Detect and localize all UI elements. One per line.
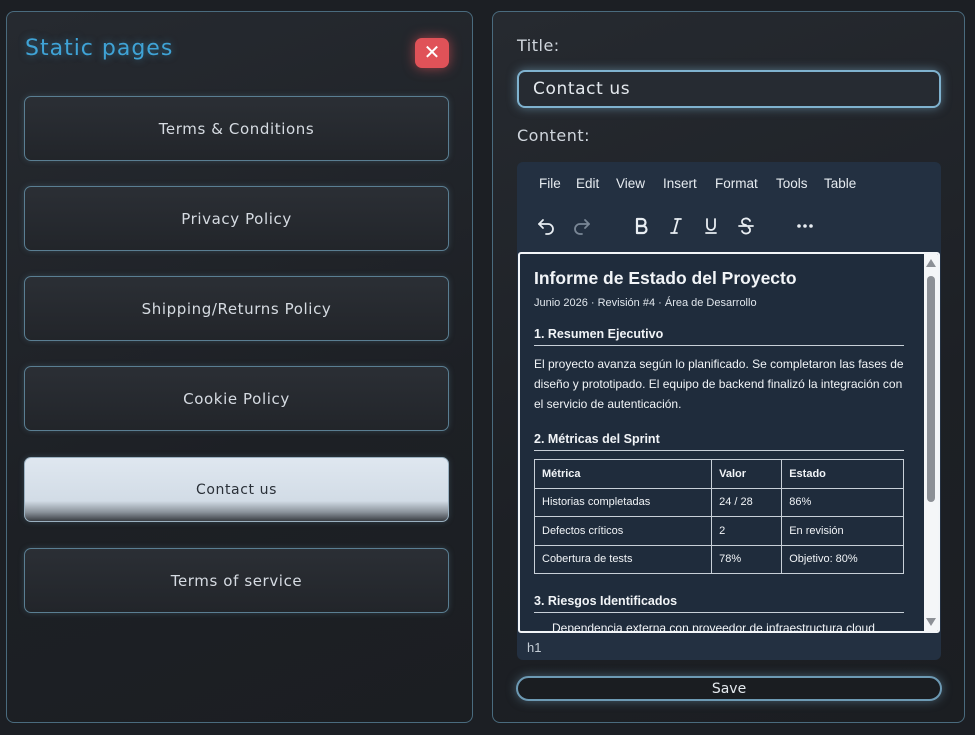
redo-button[interactable] bbox=[569, 212, 595, 240]
page-item-privacy-policy[interactable]: Privacy Policy bbox=[24, 186, 449, 251]
table-cell: 24 / 28 bbox=[711, 487, 783, 517]
more-icon bbox=[797, 224, 813, 228]
menu-tools[interactable]: Tools bbox=[776, 176, 808, 191]
section-paragraph: El proyecto avanza según lo planificado.… bbox=[534, 357, 904, 411]
italic-button[interactable] bbox=[663, 212, 689, 240]
page-item-label: Terms of service bbox=[170, 571, 303, 590]
menu-table[interactable]: Table bbox=[824, 176, 856, 191]
section-heading: 1. Resumen Ejecutivo bbox=[534, 327, 904, 346]
editor-menubar: File Edit View Insert Format Tools Table bbox=[517, 176, 941, 196]
section-heading: 3. Riesgos Identificados bbox=[534, 594, 904, 613]
undo-icon bbox=[538, 219, 554, 235]
table-cell: Objetivo: 80% bbox=[781, 544, 904, 574]
redo-icon bbox=[574, 219, 590, 235]
title-input[interactable] bbox=[517, 70, 941, 108]
editor-toolbar bbox=[517, 212, 941, 242]
scroll-down-arrow-icon[interactable] bbox=[926, 618, 936, 626]
close-button[interactable]: ✕ bbox=[415, 38, 449, 68]
document-heading: Informe de Estado del Proyecto bbox=[534, 268, 797, 288]
menu-format[interactable]: Format bbox=[715, 176, 758, 191]
table-cell: Cobertura de tests bbox=[533, 544, 713, 574]
page-editor-panel: Title: Content: File Edit View Insert Fo… bbox=[492, 11, 965, 723]
menu-file[interactable]: File bbox=[539, 176, 561, 191]
table-cell: En revisión bbox=[781, 516, 904, 546]
save-button[interactable]: Save bbox=[516, 676, 942, 701]
table-header-cell: Métrica bbox=[533, 459, 713, 489]
table-row: Historias completadas 24 / 28 86% bbox=[533, 487, 904, 517]
menu-view[interactable]: View bbox=[616, 176, 645, 191]
close-icon: ✕ bbox=[423, 40, 441, 64]
section-heading: 2. Métricas del Sprint bbox=[534, 432, 904, 451]
page-item-shipping-returns-policy[interactable]: Shipping/Returns Policy bbox=[24, 276, 449, 341]
document-meta: Junio 2026 · Revisión #4 · Área de Desar… bbox=[534, 297, 757, 309]
table-header-cell: Valor bbox=[711, 459, 783, 489]
page-item-cookie-policy[interactable]: Cookie Policy bbox=[24, 366, 449, 431]
document-body: Informe de Estado del Proyecto Junio 202… bbox=[533, 268, 904, 633]
page-item-label: Shipping/Returns Policy bbox=[141, 299, 332, 318]
bold-button[interactable] bbox=[628, 212, 654, 240]
table-cell: 86% bbox=[781, 487, 904, 517]
editor-element-path[interactable]: h1 bbox=[527, 640, 541, 655]
page-item-terms-of-service[interactable]: Terms of service bbox=[24, 548, 449, 613]
table-header-cell: Estado bbox=[781, 459, 904, 489]
scroll-up-arrow-icon[interactable] bbox=[926, 259, 936, 267]
table-row: Defectos críticos 2 En revisión bbox=[533, 516, 904, 546]
italic-icon bbox=[670, 218, 682, 234]
menu-insert[interactable]: Insert bbox=[663, 176, 697, 191]
content-label: Content: bbox=[517, 126, 591, 145]
page-item-contact-us[interactable]: Contact us bbox=[24, 457, 449, 522]
bold-icon bbox=[635, 217, 648, 235]
rich-text-editor: File Edit View Insert Format Tools Table bbox=[517, 162, 941, 660]
underline-button[interactable] bbox=[698, 212, 724, 240]
page-item-terms-conditions[interactable]: Terms & Conditions bbox=[24, 96, 449, 161]
page-item-label: Privacy Policy bbox=[181, 209, 292, 228]
title-label: Title: bbox=[517, 36, 560, 55]
table-row: Cobertura de tests 78% Objetivo: 80% bbox=[533, 544, 904, 574]
page-item-label: Contact us bbox=[195, 481, 278, 498]
editor-content-area[interactable]: Informe de Estado del Proyecto Junio 202… bbox=[518, 252, 940, 633]
table-cell: 78% bbox=[711, 544, 783, 574]
more-button[interactable] bbox=[792, 212, 818, 240]
table-cell: Historias completadas bbox=[533, 487, 713, 517]
list-item: Dependencia externa con proveedor de inf… bbox=[552, 621, 875, 633]
page-item-label: Terms & Conditions bbox=[158, 119, 315, 138]
panel-title: Static pages bbox=[25, 36, 174, 61]
editor-scrollbar[interactable] bbox=[924, 254, 938, 631]
strikethrough-button[interactable] bbox=[733, 212, 759, 240]
strikethrough-icon bbox=[738, 217, 754, 235]
menu-edit[interactable]: Edit bbox=[576, 176, 599, 191]
static-pages-panel: Static pages ✕ Terms & Conditions Privac… bbox=[6, 11, 473, 723]
table-cell: 2 bbox=[711, 516, 783, 546]
page-item-label: Cookie Policy bbox=[183, 389, 290, 408]
underline-icon bbox=[705, 218, 717, 234]
scrollbar-thumb[interactable] bbox=[927, 276, 935, 502]
metrics-table: Métrica Valor Estado Historias completad… bbox=[533, 459, 904, 574]
undo-button[interactable] bbox=[533, 212, 559, 240]
table-cell: Defectos críticos bbox=[533, 516, 713, 546]
table-header-row: Métrica Valor Estado bbox=[533, 459, 904, 489]
